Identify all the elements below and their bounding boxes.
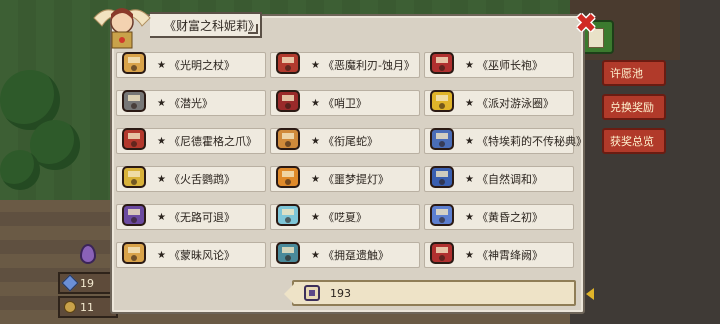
mana-drop-icon [80,244,96,264]
item-star: ★ [311,135,320,147]
resource-coin-value: 11 [80,300,94,314]
collection-item[interactable]: ★ 《潜光》 [116,90,266,116]
item-name: 《衔尾蛇》 [322,135,378,148]
item-name: 《拥趸遗触》 [322,249,389,262]
tome-icon [425,121,459,155]
item-star: ★ [311,173,320,185]
collection-count-bar: 193 [284,280,576,306]
collection-item[interactable]: ★ 《蒙昧风论》 [116,242,266,268]
lantern-icon [271,159,305,193]
tentacle-icon [271,235,305,269]
blade-icon [271,45,305,79]
item-star: ★ [157,135,166,147]
collection-item[interactable]: ★ 《黄昏之初》 [424,204,574,230]
item-star: ★ [465,135,474,147]
item-name: 《恶魔利刃-蚀月》 [322,59,415,72]
flame-gun-icon [117,159,151,193]
item-star: ★ [311,59,320,71]
resource-gem-value: 19 [80,276,94,290]
collection-item[interactable]: ★ 《火舌鹦鹉》 [116,166,266,192]
item-star: ★ [465,211,474,223]
item-name: 《蒙昧风论》 [168,249,235,262]
resource-gem: 19 [58,272,118,294]
staff-icon [117,45,151,79]
collection-item[interactable]: ★ 《巫师长袍》 [424,52,574,78]
collection-item[interactable]: ★ 《神霄绛阙》 [424,242,574,268]
resource-coin: 11 [58,296,118,318]
collection-item[interactable]: ★ 《光明之杖》 [116,52,266,78]
item-star: ★ [157,249,166,261]
anchor-icon [425,83,459,117]
item-star: ★ [311,97,320,109]
panel-title: 《财富之科妮莉》 [150,12,262,38]
item-name: 《黄昏之初》 [476,211,543,224]
item-name: 《呓夏》 [322,211,367,224]
item-name: 《派对游泳圈》 [476,97,554,110]
helmet-icon [271,83,305,117]
claw-icon [117,121,151,155]
collection-item[interactable]: ★ 《派对游泳圈》 [424,90,574,116]
amulet-icon [425,235,459,269]
item-star: ★ [465,97,474,109]
collection-item[interactable]: ★ 《尼德霍格之爪》 [116,128,266,154]
collection-item[interactable]: ★ 《呓夏》 [270,204,420,230]
bracelet-icon [117,235,151,269]
item-name: 《特埃莉的不传秘典》 [476,135,587,148]
item-name: 《神霄绛阙》 [476,249,543,262]
item-name: 《哨卫》 [322,97,367,110]
item-name: 《自然调和》 [476,173,543,186]
side-button-wish-pool[interactable]: 许愿池 [602,60,666,86]
item-star: ★ [157,59,166,71]
collection-item[interactable]: ★ 《无路可退》 [116,204,266,230]
item-star: ★ [465,249,474,261]
item-star: ★ [465,173,474,185]
cloak-icon [117,197,151,231]
ouroboros-icon [271,121,305,155]
item-name: 《火舌鹦鹉》 [168,173,235,186]
collection-count: 193 [330,286,351,300]
collection-icon [304,285,320,301]
collection-item[interactable]: ★ 《恶魔利刃-蚀月》 [270,52,420,78]
item-name: 《光明之杖》 [168,59,235,72]
ring-icon [425,197,459,231]
side-button-prize-overview[interactable]: 获奖总览 [602,128,666,154]
item-star: ★ [311,211,320,223]
item-star: ★ [157,173,166,185]
collection-item[interactable]: ★ 《自然调和》 [424,166,574,192]
close-button[interactable]: ✖ [572,10,600,38]
item-star: ★ [157,211,166,223]
scythe-icon [117,83,151,117]
item-star: ★ [465,59,474,71]
item-name: 《尼德霍格之爪》 [168,135,257,148]
collection-item[interactable]: ★ 《特埃莉的不传秘典》 [424,128,587,154]
water-gun-icon [271,197,305,231]
collection-item[interactable]: ★ 《哨卫》 [270,90,420,116]
item-name: 《噩梦提灯》 [322,173,389,186]
item-name: 《潜光》 [168,97,213,110]
item-star: ★ [157,97,166,109]
coin-icon [64,301,76,313]
gem-icon [61,274,79,292]
scroll-left-arrow-icon[interactable] [586,288,594,300]
collection-item[interactable]: ★ 《噩梦提灯》 [270,166,420,192]
collection-item[interactable]: ★ 《衔尾蛇》 [270,128,420,154]
robe-icon [425,45,459,79]
collection-item[interactable]: ★ 《拥趸遗触》 [270,242,420,268]
armor-icon [425,159,459,193]
item-star: ★ [311,249,320,261]
item-name: 《巫师长袍》 [476,59,543,72]
item-name: 《无路可退》 [168,211,235,224]
side-button-exchange[interactable]: 兑换奖励 [602,94,666,120]
